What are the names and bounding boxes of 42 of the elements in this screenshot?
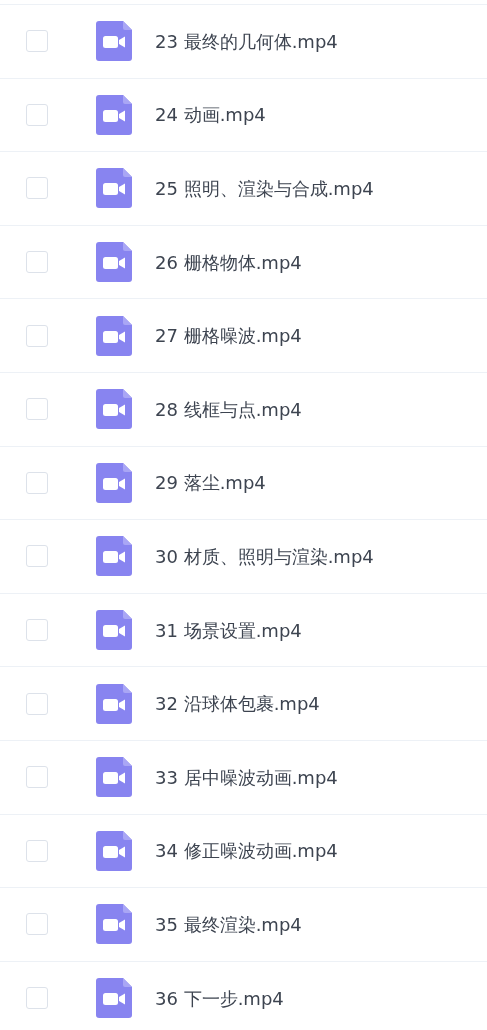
file-name[interactable]: 24 动画.mp4	[155, 101, 266, 129]
checkbox[interactable]	[26, 913, 48, 936]
video-file-icon	[96, 21, 132, 62]
video-file-icon	[96, 168, 132, 209]
file-name[interactable]: 23 最终的几何体.mp4	[155, 27, 338, 55]
file-name[interactable]: 28 线框与点.mp4	[155, 395, 302, 423]
video-file-icon	[96, 610, 132, 651]
video-file-icon	[96, 242, 132, 283]
checkbox[interactable]	[26, 398, 48, 421]
checkbox[interactable]	[26, 30, 48, 53]
video-file-icon	[96, 830, 132, 871]
checkbox[interactable]	[26, 177, 48, 200]
checkbox[interactable]	[26, 839, 48, 862]
video-file-icon	[96, 389, 132, 430]
file-name[interactable]: 30 材质、照明与渲染.mp4	[155, 542, 374, 570]
video-file-icon	[96, 757, 132, 798]
checkbox[interactable]	[26, 471, 48, 494]
file-name[interactable]: 34 修正噪波动画.mp4	[155, 837, 338, 865]
video-file-icon	[96, 536, 132, 577]
video-file-icon	[96, 94, 132, 135]
file-name[interactable]: 36 下一步.mp4	[155, 984, 284, 1012]
file-name[interactable]: 29 落尘.mp4	[155, 469, 266, 497]
file-name[interactable]: 33 居中噪波动画.mp4	[155, 763, 338, 791]
checkbox[interactable]	[26, 987, 48, 1009]
video-file-icon	[96, 462, 132, 503]
video-file-icon	[96, 683, 132, 724]
checkbox[interactable]	[26, 692, 48, 715]
file-name[interactable]: 26 栅格物体.mp4	[155, 248, 302, 276]
video-file-icon	[96, 978, 132, 1018]
file-name[interactable]: 35 最终渲染.mp4	[155, 910, 302, 938]
file-name[interactable]: 32 沿球体包裹.mp4	[155, 690, 320, 718]
video-file-icon	[96, 315, 132, 356]
checkbox[interactable]	[26, 251, 48, 274]
file-name[interactable]: 27 栅格噪波.mp4	[155, 322, 302, 350]
file-name[interactable]: 25 照明、渲染与合成.mp4	[155, 175, 374, 202]
file-name[interactable]: 31 场景设置.mp4	[155, 616, 302, 644]
checkbox[interactable]	[26, 545, 48, 568]
video-file-icon	[96, 904, 132, 945]
checkbox[interactable]	[26, 766, 48, 789]
checkbox[interactable]	[26, 324, 48, 347]
checkbox[interactable]	[26, 619, 48, 642]
checkbox[interactable]	[26, 103, 48, 126]
